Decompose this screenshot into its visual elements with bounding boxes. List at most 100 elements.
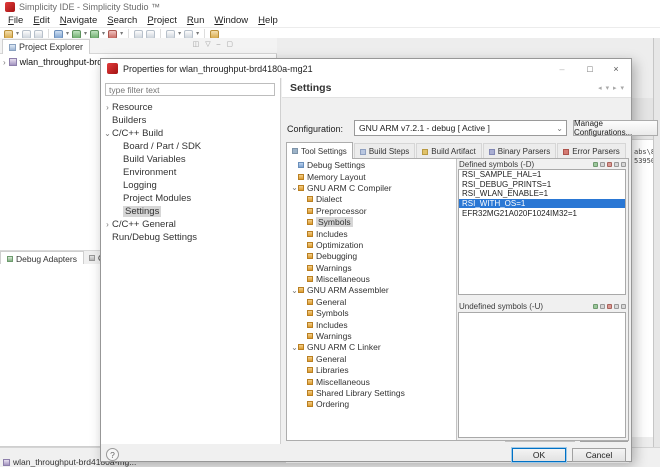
chevron-right-icon[interactable]	[3, 58, 6, 67]
move-down-icon[interactable]	[621, 304, 626, 309]
tool-asm-warnings[interactable]: Warnings	[287, 330, 456, 341]
add-symbol-icon[interactable]	[593, 162, 598, 167]
page-nav-icons[interactable]: ◂ ▾ ▸ ▾	[598, 84, 625, 92]
symbol-item-selected[interactable]: RSI_WITH_OS=1	[459, 199, 625, 209]
settings-tabstrip: Tool Settings Build Steps Build Artifact…	[286, 142, 627, 159]
move-down-icon[interactable]	[621, 162, 626, 167]
help-icon[interactable]: ?	[106, 448, 119, 461]
move-up-icon[interactable]	[614, 162, 619, 167]
tab-debug-adapters[interactable]: Debug Adapters	[0, 251, 84, 265]
nav-item-board-part-sdk[interactable]: Board / Part / SDK	[101, 140, 281, 153]
symbol-item[interactable]: RSI_WLAN_ENABLE=1	[459, 189, 625, 199]
tool-includes[interactable]: Includes	[287, 227, 456, 238]
menu-search[interactable]: Search	[102, 15, 142, 26]
undefined-symbols-list	[458, 312, 626, 438]
add-symbol-icon[interactable]	[593, 304, 598, 309]
chevron-down-icon[interactable]	[291, 343, 298, 352]
background-scrollbar-column[interactable]	[653, 38, 660, 447]
tool-asm-includes[interactable]: Includes	[287, 318, 456, 329]
tool-linker-general[interactable]: General	[287, 353, 456, 364]
minimize-icon[interactable]: –	[549, 59, 575, 78]
delete-symbol-icon[interactable]	[607, 304, 612, 309]
cancel-button[interactable]: Cancel	[572, 448, 626, 462]
nav-item-settings[interactable]: Settings	[101, 205, 281, 218]
debug-adapters-label: Debug Adapters	[16, 254, 77, 264]
tool-dialect[interactable]: Dialect	[287, 193, 456, 204]
menu-edit[interactable]: Edit	[28, 15, 54, 26]
tool-ordering[interactable]: Ordering	[287, 398, 456, 409]
nav-item-build-variables[interactable]: Build Variables	[101, 153, 281, 166]
maximize-icon[interactable]: □	[577, 59, 603, 78]
nav-item-builders[interactable]: Builders	[101, 114, 281, 127]
button-separator	[286, 462, 629, 463]
assembler-icon	[298, 287, 304, 293]
tab-project-explorer[interactable]: Project Explorer	[2, 39, 90, 54]
ok-button[interactable]: OK	[512, 448, 566, 462]
chevron-right-icon[interactable]	[104, 103, 111, 112]
nav-item-logging[interactable]: Logging	[101, 179, 281, 192]
chevron-down-icon[interactable]	[104, 129, 111, 138]
nav-item-cpp-build[interactable]: C/C++ Build	[101, 127, 281, 140]
symbol-item[interactable]: EFR32MG21A020F1024IM32=1	[459, 208, 625, 218]
ordering-icon	[307, 401, 313, 407]
preprocessor-icon	[307, 208, 313, 214]
delete-symbol-icon[interactable]	[607, 162, 612, 167]
warnings-icon	[307, 333, 313, 339]
tab-tool-settings[interactable]: Tool Settings	[286, 142, 353, 159]
menu-navigate[interactable]: Navigate	[55, 15, 103, 26]
tool-miscellaneous[interactable]: Miscellaneous	[287, 273, 456, 284]
menu-project[interactable]: Project	[142, 15, 182, 26]
edit-symbol-icon[interactable]	[600, 304, 605, 309]
tab-binary-parsers[interactable]: Binary Parsers	[483, 143, 556, 159]
view-toolbar-icons[interactable]: ◫ ▽ – ▢	[193, 40, 235, 48]
close-icon[interactable]: ×	[603, 59, 629, 78]
nav-item-run-debug-settings[interactable]: Run/Debug Settings	[101, 231, 281, 244]
tool-memory-layout[interactable]: Memory Layout	[287, 170, 456, 181]
tool-linker-miscellaneous[interactable]: Miscellaneous	[287, 375, 456, 386]
chevron-down-icon[interactable]	[291, 286, 298, 295]
tool-gnu-arm-c-compiler[interactable]: GNU ARM C Compiler	[287, 182, 456, 193]
tool-settings-icon	[292, 148, 298, 154]
tab-error-parsers[interactable]: Error Parsers	[557, 143, 626, 159]
defined-symbols-label: Defined symbols (-D)	[459, 160, 534, 169]
chevron-down-icon: ⌄	[556, 124, 563, 133]
configuration-label: Configuration:	[287, 124, 343, 134]
binary-parsers-icon	[489, 149, 495, 155]
tool-gnu-arm-c-linker[interactable]: GNU ARM C Linker	[287, 341, 456, 352]
menu-file[interactable]: File	[3, 15, 28, 26]
dialog-title: Properties for wlan_throughput-brd4180a-…	[123, 64, 313, 74]
tool-debug-settings[interactable]: Debug Settings	[287, 159, 456, 170]
nav-item-environment[interactable]: Environment	[101, 166, 281, 179]
tool-shared-library-settings[interactable]: Shared Library Settings	[287, 387, 456, 398]
symbol-item[interactable]: RSI_SAMPLE_HAL=1	[459, 170, 625, 180]
filter-input[interactable]	[105, 83, 275, 96]
edit-symbol-icon[interactable]	[600, 162, 605, 167]
properties-dialog: Properties for wlan_throughput-brd4180a-…	[100, 58, 632, 462]
move-up-icon[interactable]	[614, 304, 619, 309]
tool-preprocessor[interactable]: Preprocessor	[287, 205, 456, 216]
nav-item-resource[interactable]: Resource	[101, 101, 281, 114]
tool-warnings[interactable]: Warnings	[287, 262, 456, 273]
nav-item-project-modules[interactable]: Project Modules	[101, 192, 281, 205]
project-explorer-tab-label: Project Explorer	[19, 42, 83, 52]
menu-window[interactable]: Window	[209, 15, 253, 26]
tool-debugging[interactable]: Debugging	[287, 250, 456, 261]
menu-run[interactable]: Run	[182, 15, 209, 26]
chevron-right-icon[interactable]	[104, 220, 111, 229]
tool-asm-general[interactable]: General	[287, 296, 456, 307]
tab-build-steps[interactable]: Build Steps	[354, 143, 415, 159]
configuration-select[interactable]: GNU ARM v7.2.1 - debug [ Active ] ⌄	[354, 120, 567, 136]
symbol-item[interactable]: RSI_DEBUG_PRINTS=1	[459, 180, 625, 190]
tool-libraries[interactable]: Libraries	[287, 364, 456, 375]
tool-optimization[interactable]: Optimization	[287, 239, 456, 250]
chevron-down-icon[interactable]	[291, 183, 298, 192]
nav-item-cpp-general[interactable]: C/C++ General	[101, 218, 281, 231]
menu-help[interactable]: Help	[253, 15, 283, 26]
tab-build-artifact[interactable]: Build Artifact	[416, 143, 481, 159]
window-title: Simplicity IDE - Simplicity Studio ™	[19, 2, 160, 12]
page-title: Settings	[290, 82, 331, 94]
tool-symbols[interactable]: Symbols	[287, 216, 456, 227]
tool-gnu-arm-assembler[interactable]: GNU ARM Assembler	[287, 284, 456, 295]
tool-asm-symbols[interactable]: Symbols	[287, 307, 456, 318]
manage-configurations-button[interactable]: Manage Configurations...	[573, 120, 658, 136]
